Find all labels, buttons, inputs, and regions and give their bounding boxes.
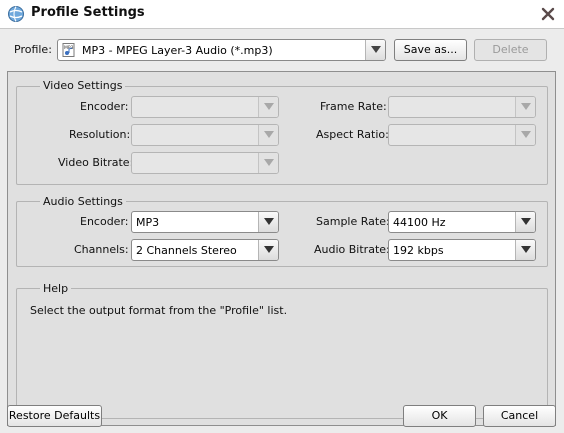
cancel-button[interactable]: Cancel: [483, 405, 556, 427]
channels-select[interactable]: 2 Channels Stereo: [131, 239, 279, 261]
resolution-select[interactable]: [131, 124, 279, 146]
audio-bitrate-select[interactable]: 192 kbps: [388, 239, 536, 261]
chevron-down-icon[interactable]: [258, 240, 278, 260]
frame-rate-select[interactable]: [388, 96, 536, 118]
profile-label: Profile:: [14, 43, 52, 56]
chevron-down-icon[interactable]: [515, 97, 535, 117]
dialog-body: Profile: MP3 MP3 - MPEG Layer-3 Audio (*…: [0, 28, 564, 433]
channels-value: 2 Channels Stereo: [136, 244, 237, 257]
sample-rate-value: 44100 Hz: [393, 216, 446, 229]
resolution-label: Resolution:: [69, 128, 131, 141]
help-title: Help: [40, 282, 72, 295]
video-encoder-label: Encoder:: [80, 100, 129, 113]
window-title: Profile Settings: [31, 5, 145, 20]
chevron-down-icon[interactable]: [258, 97, 278, 117]
chevron-down-icon[interactable]: [258, 212, 278, 232]
audio-settings-title: Audio Settings: [40, 195, 126, 208]
chevron-down-icon[interactable]: [258, 125, 278, 145]
profile-select[interactable]: MP3 MP3 - MPEG Layer-3 Audio (*.mp3): [57, 39, 386, 61]
audio-encoder-label: Encoder:: [80, 215, 129, 228]
audio-bitrate-label: Audio Bitrate:: [314, 243, 390, 256]
settings-panel: Video Settings Encoder: Resolution: Vide…: [7, 71, 556, 426]
video-bitrate-label: Video Bitrate:: [58, 156, 134, 169]
video-bitrate-select[interactable]: [131, 152, 279, 174]
audio-bitrate-value: 192 kbps: [393, 244, 444, 257]
ok-button[interactable]: OK: [403, 405, 476, 427]
chevron-down-icon[interactable]: [515, 212, 535, 232]
restore-defaults-button[interactable]: Restore Defaults: [7, 405, 102, 427]
close-icon[interactable]: [538, 4, 558, 24]
chevron-down-icon[interactable]: [515, 240, 535, 260]
channels-label: Channels:: [74, 243, 129, 256]
chevron-down-icon[interactable]: [365, 40, 385, 60]
sample-rate-select[interactable]: 44100 Hz: [388, 211, 536, 233]
title-bar: Profile Settings: [0, 0, 564, 28]
chevron-down-icon[interactable]: [515, 125, 535, 145]
save-as-button[interactable]: Save as...: [394, 39, 467, 61]
audio-encoder-value: MP3: [136, 216, 160, 229]
frame-rate-label: Frame Rate:: [320, 100, 387, 113]
video-encoder-select[interactable]: [131, 96, 279, 118]
aspect-ratio-label: Aspect Ratio:: [316, 128, 389, 141]
mp3-file-icon: MP3: [62, 43, 76, 60]
aspect-ratio-select[interactable]: [388, 124, 536, 146]
audio-encoder-select[interactable]: MP3: [131, 211, 279, 233]
delete-button[interactable]: Delete: [474, 39, 547, 61]
help-text: Select the output format from the "Profi…: [30, 304, 288, 317]
app-globe-icon: [7, 5, 25, 23]
chevron-down-icon[interactable]: [258, 153, 278, 173]
video-settings-title: Video Settings: [40, 79, 126, 92]
sample-rate-label: Sample Rate:: [316, 215, 390, 228]
profile-value: MP3 - MPEG Layer-3 Audio (*.mp3): [82, 44, 273, 57]
